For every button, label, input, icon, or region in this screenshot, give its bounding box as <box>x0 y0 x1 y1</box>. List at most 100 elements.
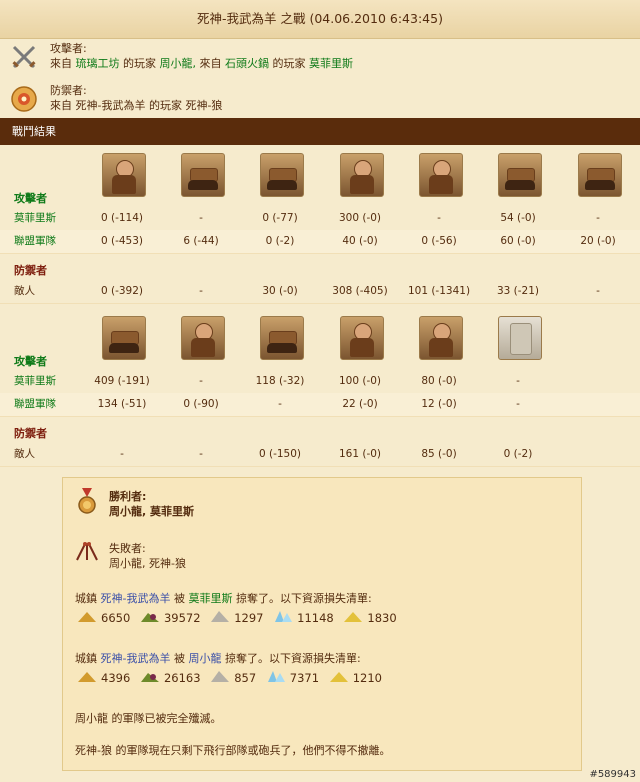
defender-label: 防禦者: <box>50 84 87 97</box>
table-cell: - <box>199 285 203 297</box>
sulfur-icon <box>329 669 349 688</box>
text: 掠奪了。以下資源損失清單: <box>224 652 361 665</box>
resource-value: 11148 <box>297 611 334 625</box>
table-cell: 300 (-0) <box>338 212 382 224</box>
mortar-unit-icon <box>102 316 146 360</box>
catapult-unit-icon <box>578 153 622 197</box>
table-cell: 0 (-56) <box>421 235 457 247</box>
town-link[interactable]: 琉璃工坊 <box>76 57 120 70</box>
table-cell: 308 (-405) <box>332 285 388 297</box>
table-cell: 0 (-2) <box>503 448 533 460</box>
resource-list-1: 6650 39572 1297 11148 1830 <box>77 609 397 627</box>
player-link[interactable]: 周小龍 <box>188 652 221 665</box>
attackers-heading: 攻擊者 <box>14 192 47 205</box>
row-label: 敵人 <box>14 448 35 460</box>
table-cell: 0 (-453) <box>100 235 144 247</box>
resource-value: 4396 <box>101 671 131 685</box>
resource-value: 857 <box>234 671 257 685</box>
table-cell: 20 (-0) <box>580 235 616 247</box>
wine-icon <box>140 609 160 628</box>
row-label: 莫菲里斯 <box>14 375 56 387</box>
table-cell: - <box>437 212 441 224</box>
swordsman-unit-icon <box>419 153 463 197</box>
defender-origin: 來自 死神-我武為羊 的玩家 死神-狼 <box>50 99 223 112</box>
crystal-icon <box>266 669 286 688</box>
table-cell: 101 (-1341) <box>407 285 471 297</box>
row-label: 聯盟軍隊 <box>14 235 56 247</box>
player-link[interactable]: 周小龍, <box>160 57 197 70</box>
text-from: 來自 <box>50 57 72 70</box>
table-cell: 60 (-0) <box>500 235 536 247</box>
table-row: 聯盟軍隊 134 (-51) 0 (-90) - 22 (-0) 12 (-0)… <box>0 393 640 417</box>
table-cell: - <box>516 398 520 410</box>
table-row: 莫菲里斯 409 (-191) - 118 (-32) 100 (-0) 80 … <box>0 370 640 394</box>
table-cell: 100 (-0) <box>338 375 382 387</box>
table-cell: 118 (-32) <box>255 375 305 387</box>
wine-icon <box>140 669 160 688</box>
text: 掠奪了。以下資源損失清單: <box>235 592 372 605</box>
loot-message-2: 城鎮 死神-我武為羊 被 周小龍 掠奪了。以下資源損失清單: <box>75 650 361 666</box>
medal-icon <box>78 488 96 514</box>
table-cell: 80 (-0) <box>421 375 457 387</box>
archer-unit-icon <box>181 316 225 360</box>
retreat-message: 死神-狼 的軍隊現在只剩下飛行部隊或砲兵了，他們不得不撤離。 <box>75 744 391 757</box>
attacker-label: 攻擊者: <box>50 42 87 55</box>
watermark: #589943 <box>589 769 636 780</box>
resource-list-2: 4396 26163 857 7371 1210 <box>77 669 382 687</box>
shield-icon <box>11 86 37 112</box>
table-cell: 0 (-150) <box>258 448 302 460</box>
table-cell: 30 (-0) <box>262 285 298 297</box>
row-label: 莫菲里斯 <box>14 212 56 224</box>
resource-value: 26163 <box>163 671 201 685</box>
row-label: 聯盟軍隊 <box>14 398 56 410</box>
cook-unit-icon <box>340 316 384 360</box>
annihilation-message: 周小龍 的軍隊已被完全殲滅。 <box>75 712 222 725</box>
row-label: 敵人 <box>14 285 35 297</box>
table-cell: 161 (-0) <box>338 448 382 460</box>
battle-summary: 勝利者: 周小龍, 莫菲里斯 失敗者: 周小龍, 死神-狼 城鎮 死神-我武為羊… <box>62 477 582 771</box>
battle-title: 死神-我武為羊 之戰 (04.06.2010 6:43:45) <box>0 0 640 39</box>
table-cell: - <box>199 375 203 387</box>
broken-swords-icon <box>76 542 98 561</box>
battering-ram-unit-icon <box>181 153 225 197</box>
attackers-heading: 攻擊者 <box>14 355 47 368</box>
text: 被 <box>173 592 185 605</box>
town-link[interactable]: 死神-我武為羊 <box>101 592 171 605</box>
table-cell: 6 (-44) <box>183 235 219 247</box>
loser-names: 周小龍, 死神-狼 <box>109 557 186 570</box>
player-link[interactable]: 莫菲里斯 <box>309 57 353 70</box>
table-cell: - <box>596 285 600 297</box>
table-row: 敵人 - - 0 (-150) 161 (-0) 85 (-0) 0 (-2) <box>0 443 640 467</box>
slinger-unit-icon <box>498 153 542 197</box>
table-cell: - <box>596 212 600 224</box>
table-row: 聯盟軍隊 0 (-453) 6 (-44) 0 (-2) 40 (-0) 0 (… <box>0 230 640 254</box>
table-cell: 0 (-392) <box>100 285 144 297</box>
table-cell: - <box>516 375 520 387</box>
crossed-swords-icon <box>12 45 36 69</box>
table-row: 敵人 0 (-392) - 30 (-0) 308 (-405) 101 (-1… <box>0 280 640 304</box>
town-link[interactable]: 石頭火鍋 <box>225 57 269 70</box>
marble-icon <box>210 609 230 628</box>
marble-icon <box>210 669 230 688</box>
doctor-unit-icon <box>419 316 463 360</box>
resource-value: 1297 <box>234 611 264 625</box>
text: 城鎮 <box>75 592 97 605</box>
winner-names: 周小龍, 莫菲里斯 <box>109 505 195 518</box>
table-cell: - <box>199 212 203 224</box>
table-cell: 0 (-77) <box>262 212 298 224</box>
wood-icon <box>77 669 97 688</box>
table-cell: 409 (-191) <box>94 375 150 387</box>
table-cell: 22 (-0) <box>342 398 378 410</box>
resource-value: 6650 <box>101 611 131 625</box>
defender-party: 防禦者: 來自 死神-我武為羊 的玩家 死神-狼 <box>0 81 640 121</box>
hoplite-unit-icon <box>102 153 146 197</box>
table-cell: - <box>199 448 203 460</box>
table-cell: 40 (-0) <box>342 235 378 247</box>
resource-value: 1210 <box>352 671 383 685</box>
text: 被 <box>173 652 185 665</box>
town-link[interactable]: 死神-我武為羊 <box>101 652 171 665</box>
player-link[interactable]: 莫菲里斯 <box>188 592 232 605</box>
ballista-unit-icon <box>260 316 304 360</box>
text-player-of: 的玩家 <box>123 57 156 70</box>
loser-label: 失敗者: <box>109 542 146 555</box>
